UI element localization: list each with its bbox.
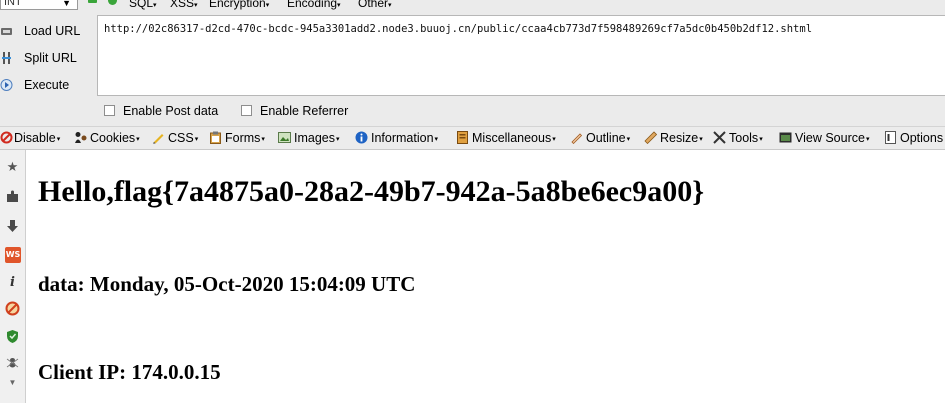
star-icon[interactable]: ★ [5,159,20,174]
left-sidebar: ★ WS i ▼ [0,150,26,403]
int-select-value: INT [4,0,22,8]
menu-sql[interactable]: SQL▾ [129,0,157,10]
outline-pencil-icon [571,133,583,144]
resize-label: Resize [660,131,699,145]
plus-icon[interactable] [108,0,117,5]
split-url-label: Split URL [24,51,77,65]
menu-encoding[interactable]: Encoding▾ [287,0,341,10]
tools-icon [713,131,726,144]
client-ip-line: Client IP: 174.0.0.15 [38,360,221,384]
options-label: Options [900,131,944,145]
ws-icon-label: WS [5,250,21,259]
block-icon[interactable] [5,301,20,316]
information-label: Information [371,131,434,145]
chevron-down-icon: ▼ [62,0,71,8]
load-url-button[interactable]: Load URL [0,21,92,43]
ruler-icon [644,131,657,144]
image-icon [278,132,291,143]
checkbox-box[interactable] [104,105,115,116]
execute-label: Execute [24,78,70,92]
ant-icon[interactable] [5,355,20,370]
ws-icon[interactable]: WS [5,247,21,263]
download-arrow-icon[interactable] [5,219,20,234]
hackbar-menu: INT ▼ SQL▾ XSS▾ Encryption▾ Encoding▾ Ot… [0,0,945,12]
tools-label: Tools [729,131,759,145]
web-developer-toolbar: Disable▾ Cookies▾ CSS▾ Forms▾ Images▾ In… [0,126,945,150]
split-url-button[interactable]: Split URL [0,48,92,70]
puzzle-icon[interactable] [5,189,20,204]
hackbar-panel: INT ▼ SQL▾ XSS▾ Encryption▾ Encoding▾ Ot… [0,0,945,126]
view-source-icon [779,132,792,143]
miscellaneous-label: Miscellaneous [472,131,552,145]
page-content: Hello,flag{7a4875a0-28a2-49b7-942a-5a8be… [38,150,938,403]
options-icon [885,131,896,144]
outline-label: Outline [586,131,626,145]
checkbox-box[interactable] [241,105,252,116]
split-url-icon [2,52,11,64]
cookie-icon [75,132,87,143]
disable-icon [0,131,13,144]
enable-referrer-label: Enable Referrer [260,104,349,118]
images-label: Images [294,131,335,145]
pencil-icon [153,134,164,144]
menu-encryption[interactable]: Encryption▾ [209,0,269,10]
clipboard-icon [210,131,221,144]
info-icon[interactable]: i [5,275,20,290]
view-source-label: View Source [795,131,865,145]
load-url-label: Load URL [24,24,81,38]
load-url-icon [1,28,12,35]
css-label: CSS [168,131,194,145]
info-icon [355,131,368,144]
chevron-down-icon[interactable]: ▼ [5,375,20,390]
url-text: http://02c86317-d2cd-470c-bcdc-945a3301a… [104,23,813,35]
disable-label: Disable [14,131,56,145]
execute-button[interactable]: Execute [0,75,92,97]
enable-post-label: Enable Post data [123,104,219,118]
cookies-label: Cookies [90,131,136,145]
int-type-select[interactable]: INT ▼ [0,0,78,10]
date-line: data: Monday, 05-Oct-2020 15:04:09 UTC [38,272,416,296]
play-icon [0,79,13,91]
minus-icon[interactable] [88,0,97,3]
menu-other[interactable]: Other▾ [358,0,392,10]
misc-icon [457,131,468,144]
shield-icon[interactable] [5,329,20,344]
forms-label: Forms [225,131,261,145]
menu-xss[interactable]: XSS▾ [170,0,198,10]
url-textarea[interactable]: http://02c86317-d2cd-470c-bcdc-945a3301a… [97,15,945,96]
flag-heading: Hello,flag{7a4875a0-28a2-49b7-942a-5a8be… [38,175,705,208]
